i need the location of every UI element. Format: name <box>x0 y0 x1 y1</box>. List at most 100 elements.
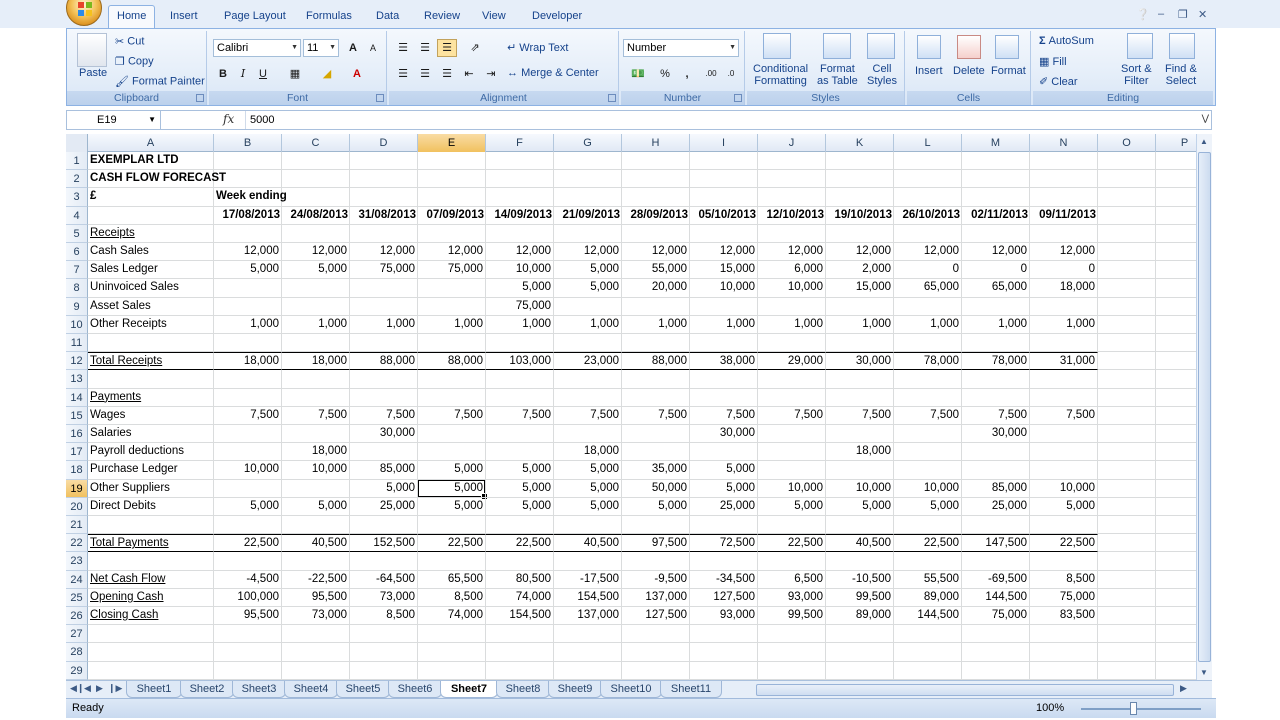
row-header-15[interactable]: 15 <box>66 406 88 425</box>
cell-a27[interactable] <box>88 625 214 644</box>
cell-f21[interactable] <box>486 516 554 535</box>
tab-view[interactable]: View <box>474 6 514 28</box>
cell-m9[interactable] <box>962 297 1030 316</box>
cell-g22[interactable]: 40,500 <box>554 534 622 553</box>
cell-h28[interactable] <box>622 643 690 662</box>
cell-e22[interactable]: 22,500 <box>418 534 486 553</box>
next-sheet-icon[interactable]: ▶ <box>96 683 103 694</box>
cell-c8[interactable] <box>282 279 350 298</box>
cell-j21[interactable] <box>758 516 826 535</box>
cell-g17[interactable]: 18,000 <box>554 443 622 462</box>
cell-a16[interactable]: Salaries <box>88 425 214 444</box>
cell-j14[interactable] <box>758 388 826 407</box>
sheet-tab-sheet2[interactable]: Sheet2 <box>180 681 234 698</box>
cell-o22[interactable] <box>1098 534 1156 553</box>
cell-k12[interactable]: 30,000 <box>826 352 894 371</box>
cell-o28[interactable] <box>1098 643 1156 662</box>
cell-j8[interactable]: 10,000 <box>758 279 826 298</box>
fill-color-button[interactable]: ◢ <box>317 65 337 83</box>
cell-h23[interactable] <box>622 552 690 571</box>
cell-n28[interactable] <box>1030 643 1098 662</box>
column-header-c[interactable]: C <box>282 134 350 152</box>
cell-p8[interactable] <box>1156 279 1196 298</box>
cell-p6[interactable] <box>1156 243 1196 262</box>
cell-n27[interactable] <box>1030 625 1098 644</box>
clear-button[interactable]: ✐ Clear <box>1039 75 1078 88</box>
cell-a21[interactable] <box>88 516 214 535</box>
cell-b3[interactable]: Week ending <box>214 188 287 207</box>
align-right-button[interactable]: ☰ <box>437 65 457 83</box>
cell-d25[interactable]: 73,000 <box>350 588 418 607</box>
cell-m8[interactable]: 65,000 <box>962 279 1030 298</box>
cell-g13[interactable] <box>554 370 622 389</box>
cell-o14[interactable] <box>1098 388 1156 407</box>
cell-e27[interactable] <box>418 625 486 644</box>
cell-g19[interactable]: 5,000 <box>554 479 622 498</box>
cell-e2[interactable] <box>418 170 486 189</box>
cell-p16[interactable] <box>1156 425 1196 444</box>
cell-k23[interactable] <box>826 552 894 571</box>
cell-h12[interactable]: 88,000 <box>622 352 690 371</box>
format-as-table-button[interactable]: Format as Table <box>817 63 858 87</box>
column-header-k[interactable]: K <box>826 134 894 152</box>
cell-p18[interactable] <box>1156 461 1196 480</box>
cell-a15[interactable]: Wages <box>88 406 214 425</box>
cell-b9[interactable] <box>214 297 282 316</box>
cell-j16[interactable] <box>758 425 826 444</box>
cell-e16[interactable] <box>418 425 486 444</box>
cell-i23[interactable] <box>690 552 758 571</box>
cell-p20[interactable] <box>1156 498 1196 516</box>
cell-g23[interactable] <box>554 552 622 571</box>
cell-c21[interactable] <box>282 516 350 535</box>
cell-c17[interactable]: 18,000 <box>282 443 350 462</box>
cell-e26[interactable]: 74,000 <box>418 607 486 626</box>
cell-d23[interactable] <box>350 552 418 571</box>
expand-formula-bar-icon[interactable]: ⋁ <box>1202 113 1209 124</box>
cell-i10[interactable]: 1,000 <box>690 315 758 334</box>
number-dialog-launcher[interactable] <box>734 94 742 102</box>
cell-m27[interactable] <box>962 625 1030 644</box>
cell-f9[interactable]: 75,000 <box>486 297 554 316</box>
cell-g6[interactable]: 12,000 <box>554 243 622 262</box>
cell-i8[interactable]: 10,000 <box>690 279 758 298</box>
cell-b6[interactable]: 12,000 <box>214 243 282 262</box>
cell-m22[interactable]: 147,500 <box>962 534 1030 553</box>
cell-b28[interactable] <box>214 643 282 662</box>
cell-e18[interactable]: 5,000 <box>418 461 486 480</box>
cell-d4[interactable]: 31/08/2013 <box>350 206 418 225</box>
cell-j12[interactable]: 29,000 <box>758 352 826 371</box>
italic-button[interactable]: I <box>233 65 253 83</box>
cell-m10[interactable]: 1,000 <box>962 315 1030 334</box>
cell-d9[interactable] <box>350 297 418 316</box>
cell-i17[interactable] <box>690 443 758 462</box>
cell-a1[interactable]: EXEMPLAR LTD <box>88 152 214 171</box>
cell-j9[interactable] <box>758 297 826 316</box>
cell-p13[interactable] <box>1156 370 1196 389</box>
scroll-up-icon[interactable]: ▲ <box>1200 137 1208 146</box>
zoom-slider-track[interactable] <box>1081 708 1201 710</box>
cell-g21[interactable] <box>554 516 622 535</box>
horizontal-scroll-thumb[interactable] <box>756 684 1174 696</box>
increase-indent-button[interactable]: ⇥ <box>481 65 501 83</box>
cell-f1[interactable] <box>486 152 554 171</box>
sheet-tab-sheet6[interactable]: Sheet6 <box>388 681 442 698</box>
column-header-p[interactable]: P <box>1156 134 1196 152</box>
cell-h3[interactable] <box>622 188 690 207</box>
cell-h13[interactable] <box>622 370 690 389</box>
column-header-a[interactable]: A <box>88 134 214 152</box>
vertical-scroll-thumb[interactable] <box>1198 152 1211 662</box>
cell-l1[interactable] <box>894 152 962 171</box>
tab-formulas[interactable]: Formulas <box>298 6 360 28</box>
cell-n23[interactable] <box>1030 552 1098 571</box>
cell-d8[interactable] <box>350 279 418 298</box>
cell-a7[interactable]: Sales Ledger <box>88 261 214 280</box>
row-header-12[interactable]: 12 <box>66 352 88 371</box>
cell-a4[interactable] <box>88 206 214 225</box>
cell-c5[interactable] <box>282 224 350 243</box>
cell-l4[interactable]: 26/10/2013 <box>894 206 962 225</box>
cell-f20[interactable]: 5,000 <box>486 497 554 516</box>
cell-m15[interactable]: 7,500 <box>962 406 1030 425</box>
cell-b5[interactable] <box>214 224 282 243</box>
cell-j7[interactable]: 6,000 <box>758 261 826 280</box>
row-header-7[interactable]: 7 <box>66 261 88 280</box>
